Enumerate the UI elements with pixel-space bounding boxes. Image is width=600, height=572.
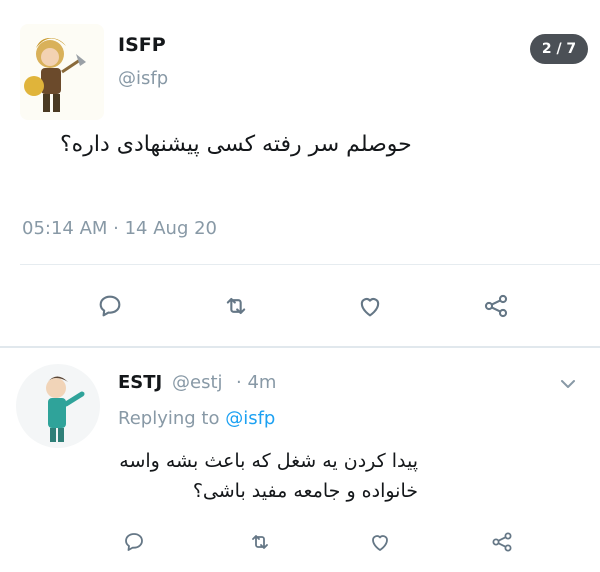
- tweet-text: حوصلم سر رفته کسی پیشنهادی داره؟: [60, 132, 412, 157]
- heart-icon: [372, 535, 388, 551]
- avatar-isfp[interactable]: [20, 24, 104, 120]
- reply-like-button[interactable]: [362, 524, 398, 560]
- reply-reply-button[interactable]: [116, 524, 152, 560]
- share-button[interactable]: [476, 286, 516, 326]
- heart-icon: [360, 298, 380, 317]
- share-icon: [484, 294, 508, 318]
- avatar-illustration-icon: [24, 38, 86, 112]
- reply-share-button[interactable]: [484, 524, 520, 560]
- display-name[interactable]: ISFP: [118, 34, 166, 56]
- replying-to-line: Replying to @isfp: [118, 408, 275, 429]
- retweet-button[interactable]: [216, 286, 256, 326]
- chevron-down-icon: [561, 380, 575, 388]
- reply-button[interactable]: [90, 286, 130, 326]
- section-divider: [0, 346, 600, 348]
- replying-to-mention[interactable]: @isfp: [225, 408, 275, 429]
- retweet-icon: [226, 297, 246, 315]
- more-options-button[interactable]: [556, 372, 580, 396]
- reply-user-handle[interactable]: @estj: [172, 372, 223, 393]
- reply-text: پیدا کردن یه شغل که باعث بشه واسه خانواد…: [119, 450, 418, 502]
- like-button[interactable]: [350, 286, 390, 326]
- reply-time[interactable]: · 4m: [236, 372, 276, 393]
- reply-display-name[interactable]: ESTJ: [118, 372, 162, 393]
- avatar-illustration-icon: [46, 376, 85, 442]
- user-handle[interactable]: @isfp: [118, 68, 168, 89]
- avatar-estj[interactable]: [16, 364, 100, 448]
- comment-icon: [125, 533, 143, 551]
- reply-retweet-button[interactable]: [242, 524, 278, 560]
- replying-to-label: Replying to: [118, 408, 220, 429]
- tweet-timestamp[interactable]: 05:14 AM · 14 Aug 20: [22, 218, 217, 239]
- image-counter-badge: 2 / 7: [530, 34, 588, 64]
- retweet-icon: [252, 535, 268, 549]
- divider: [20, 264, 600, 265]
- comment-icon: [99, 295, 121, 317]
- share-icon: [492, 532, 512, 552]
